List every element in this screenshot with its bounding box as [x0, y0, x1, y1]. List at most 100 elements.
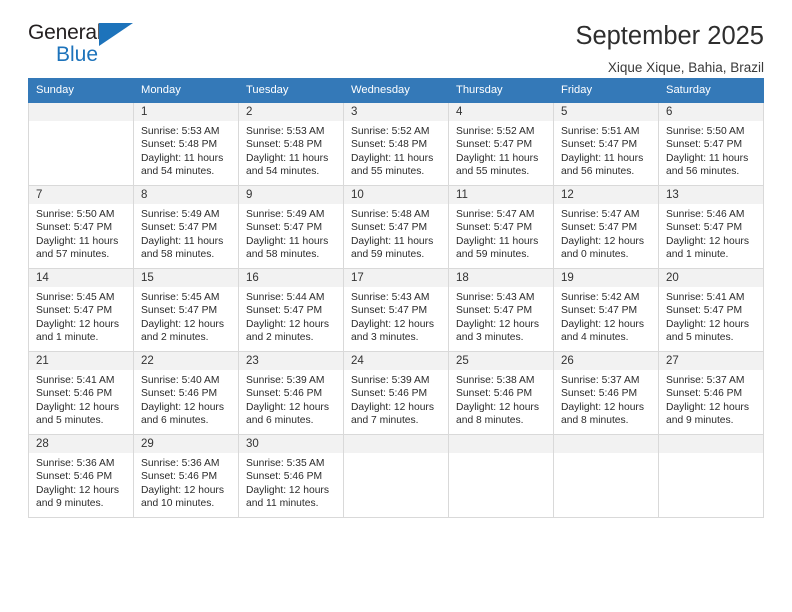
day-cell-inner: 15 Sunrise: 5:45 AM Sunset: 5:47 PM Dayligh… — [134, 269, 238, 351]
day-cell-inner — [449, 435, 553, 517]
calendar-day-cell[interactable]: 25 Sunrise: 5:38 AM Sunset: 5:46 PM Dayligh… — [448, 351, 554, 435]
day-number: 25 — [449, 352, 553, 370]
daylight-duration-line2: and 56 minutes. — [666, 166, 740, 178]
calendar-day-cell[interactable]: 2 Sunrise: 5:53 AM Sunset: 5:48 PM Daylight… — [238, 102, 344, 186]
calendar-day-cell[interactable]: 7 Sunrise: 5:50 AM Sunset: 5:47 PM Daylight… — [28, 185, 134, 269]
calendar-day-cell[interactable]: 20 Sunrise: 5:41 AM Sunset: 5:47 PM Dayligh… — [658, 268, 764, 352]
sunrise-time: Sunrise: 5:36 AM — [36, 458, 115, 469]
calendar-day-cell[interactable]: 28 Sunrise: 5:36 AM Sunset: 5:46 PM Dayligh… — [28, 434, 134, 518]
day-number: 22 — [134, 352, 238, 370]
weekday-header-thursday: Thursday — [448, 78, 554, 103]
day-cell-inner: 14 Sunrise: 5:45 AM Sunset: 5:47 PM Dayligh… — [29, 269, 133, 351]
calendar-day-cell[interactable]: 4 Sunrise: 5:52 AM Sunset: 5:47 PM Daylight… — [448, 102, 554, 186]
calendar-day-cell[interactable]: 17 Sunrise: 5:43 AM Sunset: 5:47 PM Dayligh… — [343, 268, 449, 352]
daylight-duration-line1: Daylight: 12 hours — [246, 318, 329, 330]
daylight-duration-line1: Daylight: 12 hours — [456, 318, 539, 330]
daylight-duration-line1: Daylight: 12 hours — [666, 318, 749, 330]
daylight-duration-line2: and 57 minutes. — [36, 249, 110, 261]
day-number: 18 — [449, 269, 553, 287]
calendar-day-cell[interactable]: 10 Sunrise: 5:48 AM Sunset: 5:47 PM Dayligh… — [343, 185, 449, 269]
calendar-day-cell[interactable]: 30 Sunrise: 5:35 AM Sunset: 5:46 PM Dayligh… — [238, 434, 344, 518]
calendar-day-cell[interactable]: 24 Sunrise: 5:39 AM Sunset: 5:46 PM Dayligh… — [343, 351, 449, 435]
sunset-time: Sunset: 5:47 PM — [351, 222, 428, 234]
daylight-duration-line1: Daylight: 12 hours — [561, 235, 644, 247]
sunset-time: Sunset: 5:47 PM — [561, 305, 638, 317]
sunset-time: Sunset: 5:47 PM — [666, 139, 743, 151]
calendar-day-cell[interactable]: 1 Sunrise: 5:53 AM Sunset: 5:48 PM Daylight… — [133, 102, 239, 186]
day-number: 10 — [344, 186, 448, 204]
calendar-day-cell[interactable]: 26 Sunrise: 5:37 AM Sunset: 5:46 PM Dayligh… — [553, 351, 659, 435]
calendar-day-cell-empty — [28, 102, 134, 186]
sunrise-time: Sunrise: 5:49 AM — [141, 209, 220, 220]
daylight-duration-line2: and 5 minutes. — [36, 415, 104, 427]
calendar-day-cell[interactable]: 6 Sunrise: 5:50 AM Sunset: 5:47 PM Daylight… — [658, 102, 764, 186]
weekday-header-tuesday: Tuesday — [238, 78, 344, 103]
sunset-time: Sunset: 5:46 PM — [141, 388, 218, 400]
day-details: Sunrise: 5:45 AM Sunset: 5:47 PM Daylight:… — [134, 287, 238, 345]
sunrise-time: Sunrise: 5:45 AM — [36, 292, 115, 303]
calendar-day-cell[interactable]: 19 Sunrise: 5:42 AM Sunset: 5:47 PM Dayligh… — [553, 268, 659, 352]
calendar-day-cell[interactable]: 23 Sunrise: 5:39 AM Sunset: 5:46 PM Dayligh… — [238, 351, 344, 435]
daylight-duration-line2: and 9 minutes. — [36, 498, 104, 510]
day-cell-inner: 4 Sunrise: 5:52 AM Sunset: 5:47 PM Daylight… — [449, 103, 553, 185]
calendar-week-row: 7 Sunrise: 5:50 AM Sunset: 5:47 PM Daylight… — [28, 185, 764, 269]
calendar-day-cell[interactable]: 13 Sunrise: 5:46 AM Sunset: 5:47 PM Dayligh… — [658, 185, 764, 269]
calendar-week-row: 1 Sunrise: 5:53 AM Sunset: 5:48 PM Daylight… — [28, 102, 764, 186]
day-details: Sunrise: 5:51 AM Sunset: 5:47 PM Daylight:… — [554, 121, 658, 179]
sunset-time: Sunset: 5:48 PM — [141, 139, 218, 151]
calendar-day-cell[interactable]: 12 Sunrise: 5:47 AM Sunset: 5:47 PM Dayligh… — [553, 185, 659, 269]
daylight-duration-line2: and 10 minutes. — [141, 498, 215, 510]
day-details: Sunrise: 5:47 AM Sunset: 5:47 PM Daylight:… — [554, 204, 658, 262]
calendar-day-cell[interactable]: 14 Sunrise: 5:45 AM Sunset: 5:47 PM Dayligh… — [28, 268, 134, 352]
daylight-duration-line2: and 55 minutes. — [456, 166, 530, 178]
day-details: Sunrise: 5:43 AM Sunset: 5:47 PM Daylight:… — [344, 287, 448, 345]
calendar-day-cell[interactable]: 15 Sunrise: 5:45 AM Sunset: 5:47 PM Dayligh… — [133, 268, 239, 352]
calendar-day-cell[interactable]: 21 Sunrise: 5:41 AM Sunset: 5:46 PM Dayligh… — [28, 351, 134, 435]
calendar-day-cell[interactable]: 18 Sunrise: 5:43 AM Sunset: 5:47 PM Dayligh… — [448, 268, 554, 352]
sunset-time: Sunset: 5:46 PM — [141, 471, 218, 483]
sunrise-time: Sunrise: 5:45 AM — [141, 292, 220, 303]
generalblue-logo[interactable]: General Blue — [28, 22, 158, 70]
daylight-duration-line2: and 56 minutes. — [561, 166, 635, 178]
day-number: 8 — [134, 186, 238, 204]
calendar-day-cell[interactable]: 16 Sunrise: 5:44 AM Sunset: 5:47 PM Dayligh… — [238, 268, 344, 352]
day-number: 1 — [134, 103, 238, 121]
calendar-day-cell[interactable]: 11 Sunrise: 5:47 AM Sunset: 5:47 PM Dayligh… — [448, 185, 554, 269]
day-number — [659, 435, 763, 453]
triangle-icon — [99, 23, 133, 46]
daylight-duration-line1: Daylight: 12 hours — [141, 401, 224, 413]
sunset-time: Sunset: 5:46 PM — [246, 471, 323, 483]
calendar-body: 1 Sunrise: 5:53 AM Sunset: 5:48 PM Daylight… — [28, 102, 764, 518]
sunrise-time: Sunrise: 5:46 AM — [666, 209, 745, 220]
calendar-day-cell[interactable]: 9 Sunrise: 5:49 AM Sunset: 5:47 PM Daylight… — [238, 185, 344, 269]
sunset-time: Sunset: 5:47 PM — [141, 305, 218, 317]
day-cell-inner: 9 Sunrise: 5:49 AM Sunset: 5:47 PM Daylight… — [239, 186, 343, 268]
sunset-time: Sunset: 5:47 PM — [561, 139, 638, 151]
day-number: 9 — [239, 186, 343, 204]
daylight-duration-line1: Daylight: 11 hours — [456, 235, 539, 247]
calendar-day-cell[interactable]: 5 Sunrise: 5:51 AM Sunset: 5:47 PM Daylight… — [553, 102, 659, 186]
daylight-duration-line1: Daylight: 12 hours — [456, 401, 539, 413]
calendar-day-cell[interactable]: 29 Sunrise: 5:36 AM Sunset: 5:46 PM Dayligh… — [133, 434, 239, 518]
calendar-day-cell[interactable]: 27 Sunrise: 5:37 AM Sunset: 5:46 PM Dayligh… — [658, 351, 764, 435]
day-cell-inner: 16 Sunrise: 5:44 AM Sunset: 5:47 PM Dayligh… — [239, 269, 343, 351]
sunrise-time: Sunrise: 5:50 AM — [36, 209, 115, 220]
sunrise-time: Sunrise: 5:37 AM — [666, 375, 745, 386]
calendar-day-cell[interactable]: 22 Sunrise: 5:40 AM Sunset: 5:46 PM Dayligh… — [133, 351, 239, 435]
sunrise-time: Sunrise: 5:47 AM — [561, 209, 640, 220]
calendar-day-cell[interactable]: 8 Sunrise: 5:49 AM Sunset: 5:47 PM Daylight… — [133, 185, 239, 269]
day-number: 5 — [554, 103, 658, 121]
daylight-duration-line2: and 54 minutes. — [246, 166, 320, 178]
daylight-duration-line1: Daylight: 12 hours — [36, 401, 119, 413]
daylight-duration-line1: Daylight: 11 hours — [36, 235, 119, 247]
sunrise-time: Sunrise: 5:35 AM — [246, 458, 325, 469]
daylight-duration-line2: and 7 minutes. — [351, 415, 419, 427]
day-details: Sunrise: 5:49 AM Sunset: 5:47 PM Daylight:… — [239, 204, 343, 262]
day-number: 15 — [134, 269, 238, 287]
daylight-duration-line1: Daylight: 12 hours — [561, 401, 644, 413]
day-number: 20 — [659, 269, 763, 287]
day-number — [449, 435, 553, 453]
daylight-duration-line2: and 9 minutes. — [666, 415, 734, 427]
day-cell-inner: 24 Sunrise: 5:39 AM Sunset: 5:46 PM Dayligh… — [344, 352, 448, 434]
calendar-day-cell[interactable]: 3 Sunrise: 5:52 AM Sunset: 5:48 PM Daylight… — [343, 102, 449, 186]
